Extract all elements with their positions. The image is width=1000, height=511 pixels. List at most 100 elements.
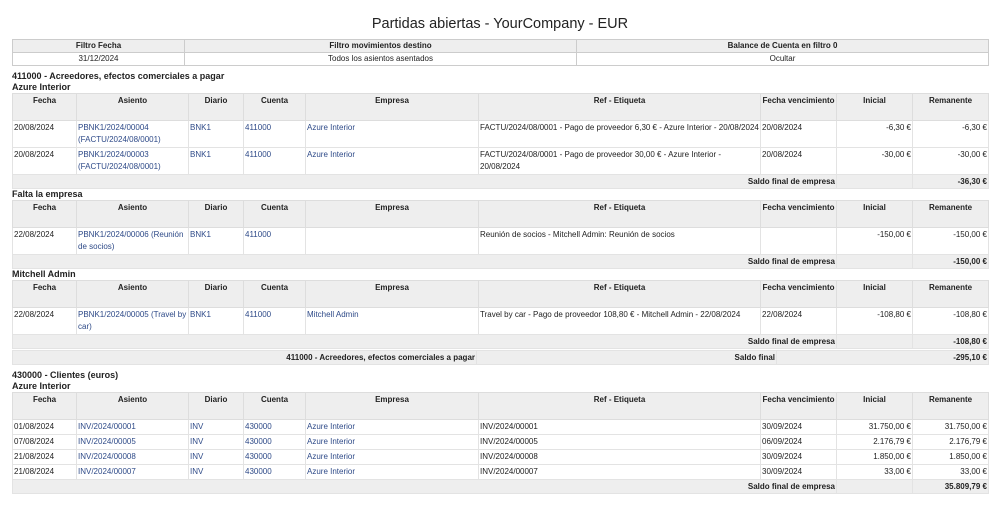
cell-ref: INV/2024/00007 xyxy=(478,464,761,480)
cell-ref: INV/2024/00001 xyxy=(478,419,761,435)
partner-heading: Mitchell Admin xyxy=(12,269,76,279)
column-header-ref: Ref - Etiqueta xyxy=(478,280,761,308)
partner-total-value: -150,00 € xyxy=(912,254,989,269)
cell-diario[interactable]: INV xyxy=(188,464,244,480)
cell-asiento[interactable]: INV/2024/00001 xyxy=(76,419,189,435)
partner-total-label: Saldo final de empresa xyxy=(12,174,837,189)
table-row[interactable]: 21/08/2024 INV/2024/00008 INV 430000 Azure I… xyxy=(12,449,989,465)
filter-date-header: Filtro Fecha xyxy=(12,39,185,53)
cell-empresa[interactable] xyxy=(305,227,479,255)
account-total-label: Saldo final xyxy=(476,350,777,365)
partner-total-label: Saldo final de empresa xyxy=(12,334,837,349)
partner-heading: Azure Interior xyxy=(12,82,71,92)
partner-total-row: Saldo final de empresa -108,80 € xyxy=(12,334,989,349)
cell-asiento[interactable]: PBNK1/2024/00005 (Travel by car) xyxy=(76,307,189,335)
column-header-diario: Diario xyxy=(188,280,244,308)
column-header-empresa: Empresa xyxy=(305,392,479,420)
table-row[interactable]: 22/08/2024 PBNK1/2024/00005 (Travel by ca… xyxy=(12,307,989,335)
cell-remanente: -6,30 € xyxy=(912,120,989,148)
cell-empresa[interactable]: Azure Interior xyxy=(305,449,479,465)
cell-fecha: 21/08/2024 xyxy=(12,464,77,480)
cell-diario[interactable]: INV xyxy=(188,449,244,465)
account-total-value: -295,10 € xyxy=(776,350,989,365)
column-header-inicial: Inicial xyxy=(836,93,913,121)
cell-venc: 06/09/2024 xyxy=(760,434,837,450)
cell-ref: FACTU/2024/08/0001 - Pago de proveedor 6… xyxy=(478,120,761,148)
move-lines-table: Fecha Asiento Diario Cuenta Empresa Ref - Eti… xyxy=(12,93,989,189)
partner-total-spacer xyxy=(836,254,913,269)
column-header-cuenta: Cuenta xyxy=(243,280,306,308)
cell-asiento[interactable]: INV/2024/00008 xyxy=(76,449,189,465)
cell-venc xyxy=(760,227,837,255)
filters-table: Filtro Fecha Filtro movimientos destino … xyxy=(12,39,989,66)
partner-heading: Azure Interior xyxy=(12,381,71,391)
table-row[interactable]: 20/08/2024 PBNK1/2024/00004 (FACTU/2024/0… xyxy=(12,120,989,148)
cell-cuenta[interactable]: 411000 xyxy=(243,147,306,175)
report-body: 411000 - Acreedores, efectos comerciales… xyxy=(12,71,989,494)
cell-asiento[interactable]: PBNK1/2024/00006 (Reunión de socios) xyxy=(76,227,189,255)
filter-balance-value: Ocultar xyxy=(576,52,989,66)
account-heading: 430000 - Clientes (euros) xyxy=(12,370,988,381)
cell-cuenta[interactable]: 430000 xyxy=(243,419,306,435)
cell-inicial: -30,00 € xyxy=(836,147,913,175)
cell-empresa[interactable]: Azure Interior xyxy=(305,147,479,175)
cell-diario[interactable]: INV xyxy=(188,434,244,450)
cell-fecha: 07/08/2024 xyxy=(12,434,77,450)
filter-date-value: 31/12/2024 xyxy=(12,52,185,66)
account-code: 430000 xyxy=(12,370,43,380)
account-total-row: 411000 - Acreedores, efectos comerciales… xyxy=(12,350,989,365)
cell-remanente: 33,00 € xyxy=(912,464,989,480)
cell-inicial: -108,80 € xyxy=(836,307,913,335)
move-lines-table: Fecha Asiento Diario Cuenta Empresa Ref - Eti… xyxy=(12,392,989,494)
cell-cuenta[interactable]: 411000 xyxy=(243,227,306,255)
account-code: 411000 xyxy=(12,71,42,81)
cell-empresa[interactable]: Azure Interior xyxy=(305,120,479,148)
cell-cuenta[interactable]: 411000 xyxy=(243,307,306,335)
column-header-empresa: Empresa xyxy=(305,280,479,308)
filter-moves-header: Filtro movimientos destino xyxy=(184,39,577,53)
cell-venc: 30/09/2024 xyxy=(760,449,837,465)
cell-diario[interactable]: BNK1 xyxy=(188,120,244,148)
cell-asiento[interactable]: INV/2024/00007 xyxy=(76,464,189,480)
cell-venc: 20/08/2024 xyxy=(760,120,837,148)
cell-diario[interactable]: BNK1 xyxy=(188,227,244,255)
cell-diario[interactable]: INV xyxy=(188,419,244,435)
cell-empresa[interactable]: Azure Interior xyxy=(305,434,479,450)
cell-cuenta[interactable]: 430000 xyxy=(243,434,306,450)
partner-total-row: Saldo final de empresa -36,30 € xyxy=(12,174,989,189)
cell-fecha: 20/08/2024 xyxy=(12,120,77,148)
table-row[interactable]: 07/08/2024 INV/2024/00005 INV 430000 Azure I… xyxy=(12,434,989,450)
cell-empresa[interactable]: Azure Interior xyxy=(305,419,479,435)
cell-cuenta[interactable]: 411000 xyxy=(243,120,306,148)
column-header-venc: Fecha vencimiento xyxy=(760,392,837,420)
partner-total-label: Saldo final de empresa xyxy=(12,254,837,269)
cell-diario[interactable]: BNK1 xyxy=(188,307,244,335)
table-row[interactable]: 22/08/2024 PBNK1/2024/00006 (Reunión de s… xyxy=(12,227,989,255)
cell-ref: Travel by car - Pago de proveedor 108,80… xyxy=(478,307,761,335)
filter-moves-value: Todos los asientos asentados xyxy=(184,52,577,66)
column-header-ref: Ref - Etiqueta xyxy=(478,93,761,121)
cell-ref: INV/2024/00008 xyxy=(478,449,761,465)
cell-venc: 22/08/2024 xyxy=(760,307,837,335)
column-header-remanente: Remanente xyxy=(912,392,989,420)
account-total-table: 411000 - Acreedores, efectos comerciales… xyxy=(12,350,989,365)
column-header-remanente: Remanente xyxy=(912,200,989,228)
cell-asiento[interactable]: INV/2024/00005 xyxy=(76,434,189,450)
partner-heading: Falta la empresa xyxy=(12,189,83,199)
table-row[interactable]: 20/08/2024 PBNK1/2024/00003 (FACTU/2024/0… xyxy=(12,147,989,175)
cell-empresa[interactable]: Azure Interior xyxy=(305,464,479,480)
cell-cuenta[interactable]: 430000 xyxy=(243,464,306,480)
cell-cuenta[interactable]: 430000 xyxy=(243,449,306,465)
cell-inicial: 31.750,00 € xyxy=(836,419,913,435)
cell-empresa[interactable]: Mitchell Admin xyxy=(305,307,479,335)
cell-venc: 30/09/2024 xyxy=(760,464,837,480)
cell-asiento[interactable]: PBNK1/2024/00003 (FACTU/2024/08/0001) xyxy=(76,147,189,175)
cell-remanente: -30,00 € xyxy=(912,147,989,175)
column-header-asiento: Asiento xyxy=(76,93,189,121)
table-row[interactable]: 01/08/2024 INV/2024/00001 INV 430000 Azure I… xyxy=(12,419,989,435)
table-row[interactable]: 21/08/2024 INV/2024/00007 INV 430000 Azure I… xyxy=(12,464,989,480)
column-header-asiento: Asiento xyxy=(76,280,189,308)
column-header-fecha: Fecha xyxy=(12,392,77,420)
cell-asiento[interactable]: PBNK1/2024/00004 (FACTU/2024/08/0001) xyxy=(76,120,189,148)
cell-diario[interactable]: BNK1 xyxy=(188,147,244,175)
